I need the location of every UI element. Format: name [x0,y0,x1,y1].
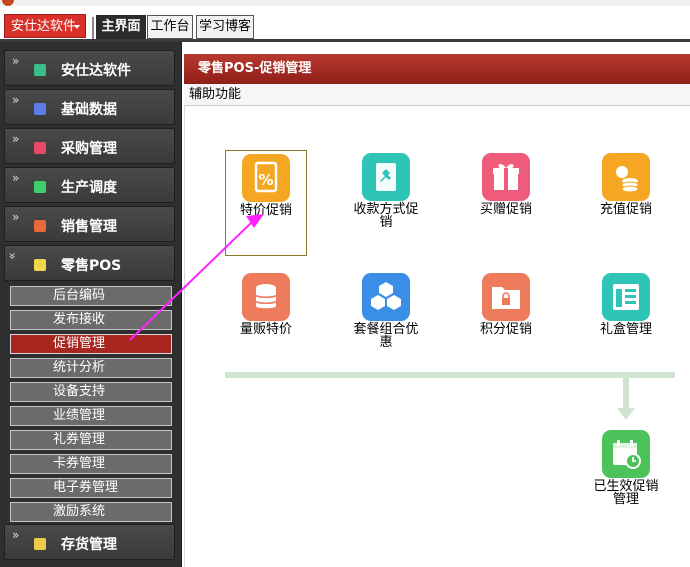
tab-main[interactable]: 主界面 [96,15,146,39]
panel-icon [602,273,650,321]
sidebar-item-statistics[interactable]: 统计分析 [10,358,172,378]
tile-buy-gift-promotion[interactable]: 买赠促销 [465,153,547,216]
tile-label: 积分促销 [479,322,532,337]
expand-chevron-icon: » [12,528,19,542]
stack-icon [242,273,290,321]
sidebar-item-publish-receive[interactable]: 发布接收 [10,310,172,330]
flow-connector-line [225,372,675,378]
sidebar-group-label: 采购管理 [61,141,117,157]
app-icon [34,64,46,76]
gift-icon [482,153,530,201]
expand-chevron-icon: » [12,93,19,107]
tab-divider [92,17,94,39]
tile-bulk-special-price[interactable]: 量贩特价 [225,273,307,336]
panel-title: 零售POS-促销管理 [184,54,690,84]
sidebar-group-label: 销售管理 [61,219,117,235]
tile-label: 套餐组合优惠 [353,322,419,350]
tile-special-price-promotion[interactable]: % 特价促销 [225,150,307,256]
sidebar-group-production[interactable]: » 生产调度 [4,167,175,203]
tile-label: 特价促销 [239,203,292,218]
sidebar-group-label: 存货管理 [61,537,117,553]
sidebar-group-inventory[interactable]: » 存货管理 [4,524,175,560]
sidebar-group-label: 零售POS [61,258,122,274]
collapse-chevron-icon: » [5,252,20,258]
sales-icon [34,220,46,232]
folder-lock-icon [482,273,530,321]
sidebar-group-label: 安仕达软件 [61,63,131,79]
database-icon [34,103,46,115]
sidebar-group-anshida[interactable]: » 安仕达软件 [4,50,175,86]
tile-points-promotion[interactable]: 积分促销 [465,273,547,336]
tile-package-combo-discount[interactable]: 套餐组合优惠 [345,273,427,349]
tile-active-promotion-management[interactable]: 已生效促销管理 [585,430,667,506]
expand-chevron-icon: » [12,132,19,146]
expand-chevron-icon: » [12,54,19,68]
production-icon [34,181,46,193]
sidebar-item-gift-voucher[interactable]: 礼券管理 [10,430,172,450]
tile-gift-box-management[interactable]: 礼盒管理 [585,273,667,336]
flow-connector-down [623,378,629,410]
inventory-icon [34,538,46,550]
tab-learning-blog[interactable]: 学习博客 [196,15,254,39]
tile-recharge-promotion[interactable]: 充值促销 [585,153,667,216]
sidebar-item-incentive[interactable]: 激励系统 [10,502,172,522]
panel-subtitle: 辅助功能 [184,84,690,106]
tile-label: 已生效促销管理 [593,479,659,507]
flow-arrow-down-icon [617,408,635,420]
tile-payment-method-promotion[interactable]: 收款方式促销 [345,153,427,229]
calendar-clock-icon [602,430,650,478]
sidebar-item-device-support[interactable]: 设备支持 [10,382,172,402]
sidebar: » 安仕达软件 » 基础数据 » 采购管理 » 生产调度 » 销售管理 » 零售… [0,42,182,567]
pos-icon [34,259,46,271]
sidebar-item-performance[interactable]: 业绩管理 [10,406,172,426]
coins-icon [602,153,650,201]
tab-workbench[interactable]: 工作台 [147,15,193,39]
top-bar: 安仕达软件 主界面 工作台 学习博客 [0,6,690,42]
expand-chevron-icon: » [12,210,19,224]
sidebar-item-promotion-management[interactable]: 促销管理 [10,334,172,354]
tile-label: 量贩特价 [239,322,292,337]
tile-label: 礼盒管理 [599,322,652,337]
sidebar-item-card-voucher[interactable]: 卡券管理 [10,454,172,474]
expand-chevron-icon: » [12,171,19,185]
tile-label: 充值促销 [599,202,652,217]
sidebar-group-sales[interactable]: » 销售管理 [4,206,175,242]
sidebar-item-backend-coding[interactable]: 后台编码 [10,286,172,306]
sidebar-group-purchase[interactable]: » 采购管理 [4,128,175,164]
cubes-icon [362,273,410,321]
pin-icon [362,153,410,201]
percent-doc-icon: % [242,154,290,202]
tile-label: 买赠促销 [479,202,532,217]
app-menu-button[interactable]: 安仕达软件 [4,14,86,38]
sidebar-group-basic-data[interactable]: » 基础数据 [4,89,175,125]
sidebar-group-retail-pos[interactable]: » 零售POS [4,245,175,281]
purchase-icon [34,142,46,154]
app-menu-label: 安仕达软件 [11,19,77,34]
tile-label: 收款方式促销 [353,202,419,230]
chevron-down-icon [74,25,80,29]
sidebar-group-label: 生产调度 [61,180,117,196]
sidebar-group-label: 基础数据 [61,102,117,118]
sidebar-item-e-voucher[interactable]: 电子券管理 [10,478,172,498]
svg-text:%: % [258,171,273,189]
